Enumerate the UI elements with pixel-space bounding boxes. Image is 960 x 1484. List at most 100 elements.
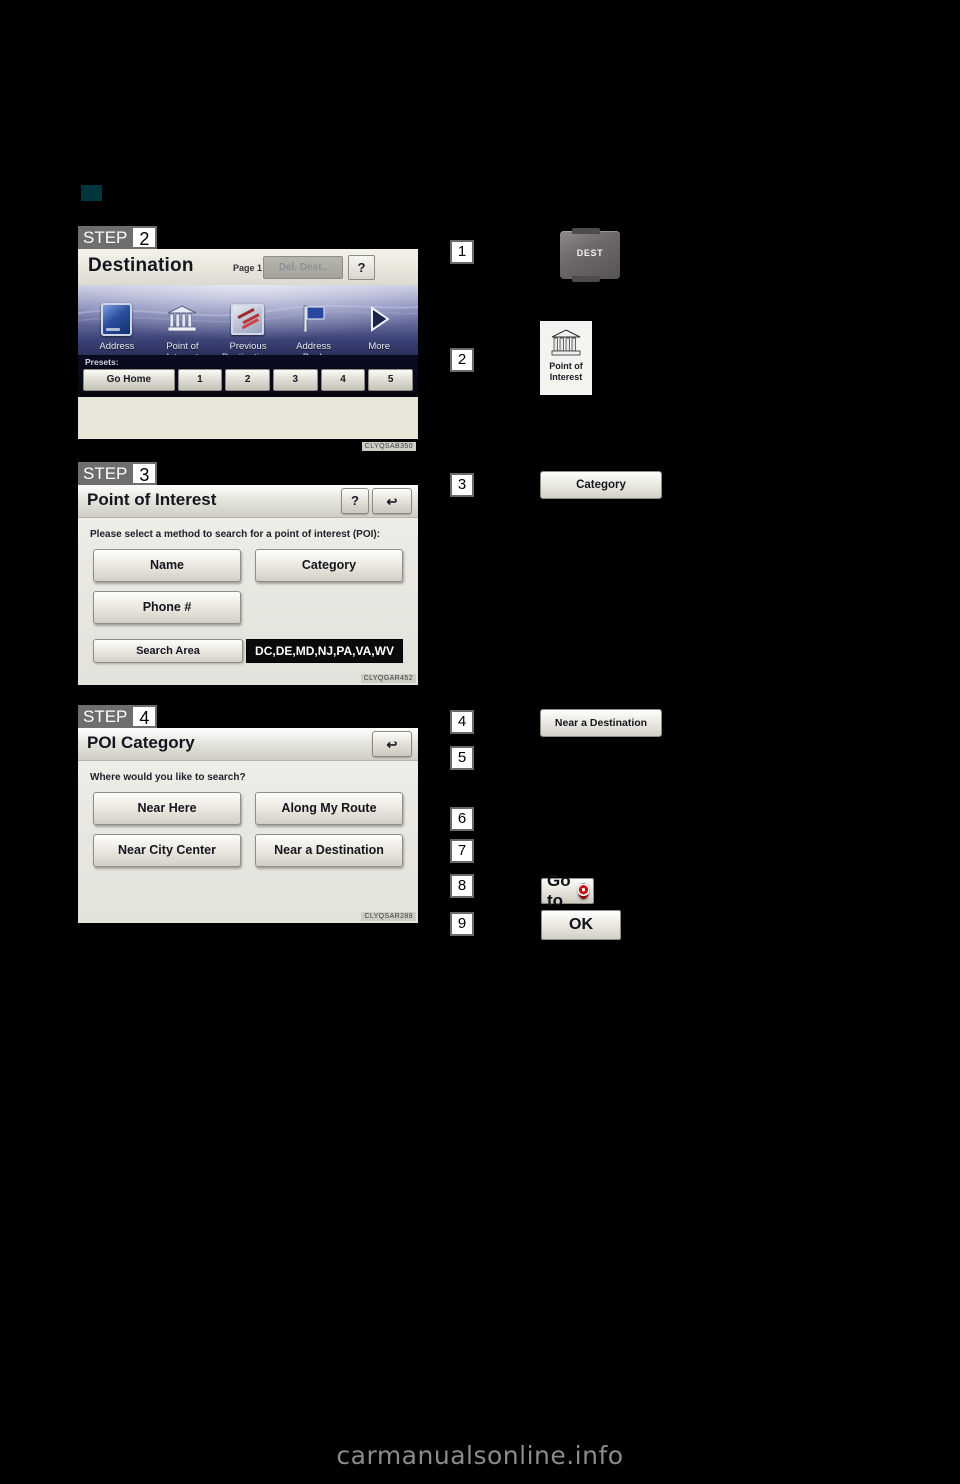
- destination-body: Address Point of Previous Address More P…: [78, 285, 418, 397]
- destination-icon-more[interactable]: More: [348, 299, 410, 352]
- callout-number-1: 1: [450, 240, 474, 264]
- callout-art-near-destination-button[interactable]: Near a Destination: [540, 709, 662, 737]
- dest-key-label: DEST: [576, 248, 604, 258]
- help-icon[interactable]: ?: [348, 255, 375, 280]
- callout-art-ok-button[interactable]: OK: [541, 910, 621, 940]
- category-button[interactable]: Category: [540, 471, 662, 499]
- destination-screen: Destination Page 1 Del. Dest.. ? Address: [78, 249, 418, 439]
- address-icon: [86, 299, 148, 339]
- poi-titlebar: Point of Interest ? ↩: [78, 485, 418, 518]
- poi-category-screen: POI Category ↩ Where would you like to s…: [78, 728, 418, 923]
- back-arrow-glyph: ↩: [386, 737, 398, 752]
- preset-2-button[interactable]: 2: [225, 369, 270, 391]
- poi-phone-button[interactable]: Phone #: [93, 591, 241, 624]
- destination-icon-previous-destinations[interactable]: Previous Destinations: [217, 299, 279, 363]
- step-panel-3: STEP 3 Point of Interest ? ↩ Please sele…: [78, 462, 418, 685]
- point-of-interest-tile-button[interactable]: Point of Interest: [540, 321, 592, 395]
- page-title: Point of Interest: [87, 490, 217, 509]
- callout-number-2: 2: [450, 348, 474, 372]
- poi-prompt: Please select a method to search for a p…: [90, 529, 381, 540]
- step-panel-2: STEP 2 Destination Page 1 Del. Dest.. ? …: [78, 226, 418, 453]
- figure-code: CLYQGAR452: [360, 674, 416, 683]
- poi-category-button[interactable]: Category: [255, 549, 403, 582]
- callout-number-3: 3: [450, 473, 474, 497]
- step-badge-3: STEP 3: [78, 462, 166, 485]
- preset-go-home-button[interactable]: Go Home: [83, 369, 175, 391]
- section-marker: [81, 185, 102, 201]
- search-area-button[interactable]: Search Area: [93, 639, 243, 663]
- more-arrow-icon: [348, 299, 410, 339]
- icon-label-line1: Previous: [229, 341, 267, 352]
- step-badge-4: STEP 4: [78, 705, 166, 728]
- target-icon: [578, 883, 589, 899]
- icon-label: More: [368, 341, 390, 352]
- near-a-destination-button[interactable]: Near a Destination: [255, 834, 403, 867]
- icon-label-line1: Point of: [166, 341, 199, 352]
- figure-code: CLYQSAB350: [361, 442, 416, 451]
- preset-5-button[interactable]: 5: [368, 369, 413, 391]
- preset-3-button[interactable]: 3: [272, 369, 318, 391]
- go-to-button[interactable]: Go to: [541, 871, 594, 910]
- presets-row: Go Home 1 2 3 4 5: [83, 369, 413, 391]
- destination-titlebar: Destination Page 1 Del. Dest.. ?: [78, 249, 418, 285]
- callout-number-5: 5: [450, 746, 474, 770]
- near-a-destination-button[interactable]: Near a Destination: [540, 709, 662, 737]
- poi-category-buttons: Near Here Along My Route Near City Cente…: [78, 783, 418, 867]
- near-here-button[interactable]: Near Here: [93, 792, 241, 825]
- back-icon[interactable]: ↩: [372, 488, 412, 514]
- step-badge-word: STEP: [78, 705, 132, 728]
- back-arrow-glyph: ↩: [386, 494, 398, 509]
- poi-name-button[interactable]: Name: [93, 549, 241, 582]
- dest-hardware-button[interactable]: DEST: [560, 228, 620, 282]
- destination-icon-row: Address Point of Previous Address More: [78, 299, 418, 363]
- poi-category-titlebar: POI Category ↩: [78, 728, 418, 761]
- help-icon[interactable]: ?: [341, 488, 369, 514]
- callout-art-category-button[interactable]: Category: [540, 471, 662, 499]
- back-icon[interactable]: ↩: [372, 731, 412, 757]
- step-badge-word: STEP: [78, 226, 132, 249]
- page-title: Destination: [88, 255, 194, 276]
- callout-art-poi-tile[interactable]: Point of Interest: [540, 321, 592, 395]
- near-city-center-button[interactable]: Near City Center: [93, 834, 241, 867]
- point-of-interest-icon: [151, 299, 213, 339]
- poi-tile-label-line1: Point of: [549, 361, 583, 371]
- callout-number-7: 7: [450, 839, 474, 863]
- icon-label-line1: Address: [296, 341, 331, 352]
- callout-art-goto-button[interactable]: Go to: [541, 871, 594, 910]
- preset-1-button[interactable]: 1: [177, 369, 223, 391]
- poi-category-prompt: Where would you like to search?: [90, 772, 246, 783]
- poi-method-buttons: Name Category Phone #: [78, 540, 418, 624]
- delete-destination-button[interactable]: Del. Dest..: [263, 256, 343, 279]
- destination-icon-address-book[interactable]: Address Book: [283, 299, 345, 363]
- callout-art-dest-key[interactable]: DEST: [560, 228, 620, 282]
- poi-tile-label: Point of Interest: [549, 361, 583, 383]
- preset-4-button[interactable]: 4: [320, 369, 366, 391]
- callout-number-6: 6: [450, 807, 474, 831]
- presets-bar: Presets: Go Home 1 2 3 4 5: [78, 355, 418, 397]
- along-my-route-button[interactable]: Along My Route: [255, 792, 403, 825]
- page-title: POI Category: [87, 733, 195, 752]
- callout-number-9: 9: [450, 912, 474, 936]
- callout-number-8: 8: [450, 874, 474, 898]
- figure-code: CLYQSAR288: [361, 912, 416, 921]
- poi-tile-label-line2: Interest: [549, 372, 583, 382]
- icon-label: Address: [99, 341, 135, 352]
- address-book-flag-icon: [283, 299, 345, 339]
- go-to-label: Go to: [547, 871, 571, 910]
- watermark: carmanualsonline.info: [336, 1441, 624, 1470]
- previous-destinations-icon: [217, 299, 279, 339]
- page-indicator: Page 1: [233, 263, 263, 273]
- step-panel-4: STEP 4 POI Category ↩ Where would you li…: [78, 705, 418, 923]
- step-badge-number: 2: [131, 226, 158, 249]
- presets-label: Presets:: [85, 357, 119, 367]
- search-area-row: Search Area DC,DE,MD,NJ,PA,VA,WV: [78, 639, 418, 663]
- destination-icon-point-of-interest[interactable]: Point of Interest: [151, 299, 213, 363]
- ok-button[interactable]: OK: [541, 910, 621, 940]
- step-badge-number: 3: [131, 462, 158, 485]
- point-of-interest-icon: [551, 329, 581, 356]
- destination-icon-address[interactable]: Address: [86, 299, 148, 352]
- point-of-interest-screen: Point of Interest ? ↩ Please select a me…: [78, 485, 418, 685]
- step-badge-number: 4: [131, 705, 158, 728]
- step-badge-word: STEP: [78, 462, 132, 485]
- search-area-value: DC,DE,MD,NJ,PA,VA,WV: [246, 639, 403, 663]
